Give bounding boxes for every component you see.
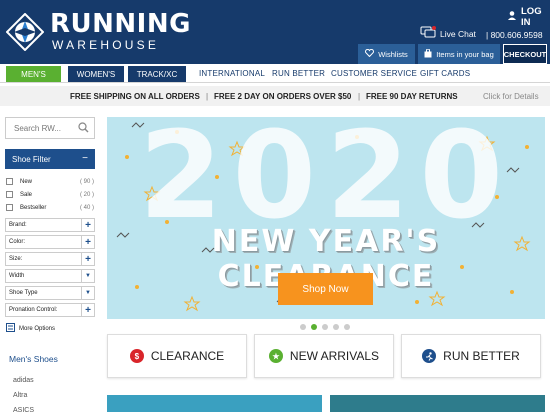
cart-button[interactable]: Items in your bag [418, 44, 500, 64]
facet-label: Shoe Type [9, 290, 38, 296]
tab-womens[interactable]: WOMEN'S [68, 66, 124, 82]
tab-mens[interactable]: MEN'S [6, 66, 61, 82]
plus-icon[interactable]: + [81, 236, 94, 248]
new-arrivals-button[interactable]: ★ NEW ARRIVALS [254, 334, 394, 378]
chevron-down-icon[interactable]: ▼ [81, 270, 94, 282]
brand-link[interactable]: ASICS [13, 407, 34, 414]
promo-separator: | [206, 92, 209, 101]
promo-details-link[interactable]: Click for Details [483, 92, 539, 101]
facet-label: Brand: [9, 222, 27, 228]
carousel-dot-active[interactable] [311, 324, 317, 330]
filter-bestseller[interactable]: Bestseller ( 40 ) [6, 202, 95, 213]
promo-tile[interactable] [330, 395, 545, 412]
filter-sale[interactable]: Sale ( 20 ) [6, 189, 95, 200]
checkbox[interactable] [6, 204, 13, 211]
facet-label: Pronation Control: [9, 307, 58, 313]
login-label: LOG IN [521, 6, 542, 28]
plus-icon[interactable]: + [81, 304, 94, 316]
carousel-dots [300, 324, 350, 330]
facet-shoe-type[interactable]: Shoe Type ▼ [5, 286, 95, 300]
promo-free-shipping: FREE SHIPPING ON ALL ORDERS [70, 92, 200, 101]
shoe-filter-title: Shoe Filter [12, 155, 51, 164]
brand-link[interactable]: Altra [13, 392, 27, 399]
main-nav: MEN'S WOMEN'S TRACK/XC INTERNATIONAL RUN… [0, 64, 550, 83]
nav-link-international[interactable]: INTERNATIONAL [199, 69, 265, 78]
facet-label: Width [9, 273, 25, 279]
site-header: RUNNING WAREHOUSE LOG IN Live Chat | 800… [0, 0, 550, 64]
brand-link[interactable]: adidas [13, 377, 34, 384]
more-options-link[interactable]: More Options [6, 323, 55, 334]
promo-tile[interactable] [107, 395, 322, 412]
facet-label: Color: [9, 239, 26, 245]
plus-icon[interactable]: + [81, 253, 94, 265]
filter-count: ( 90 ) [79, 178, 94, 185]
logo-subtitle: WAREHOUSE [52, 38, 160, 52]
carousel-dot[interactable] [322, 324, 328, 330]
checkbox[interactable] [6, 178, 13, 185]
wishlists-label: Wishlists [378, 49, 408, 59]
carousel-dot[interactable] [333, 324, 339, 330]
checkout-button[interactable]: CHECKOUT [503, 44, 547, 64]
facet-color[interactable]: Color: + [5, 235, 95, 249]
star-icon: ★ [268, 349, 283, 363]
dollar-icon: $ [129, 349, 144, 363]
filter-count: ( 20 ) [79, 191, 94, 198]
checkbox[interactable] [6, 191, 13, 198]
runner-icon [422, 349, 437, 363]
wishlists-button[interactable]: Wishlists [358, 44, 415, 64]
collapse-icon[interactable]: − [82, 153, 88, 164]
new-arrivals-label: NEW ARRIVALS [289, 349, 380, 363]
logo-compass-icon[interactable] [5, 12, 45, 52]
facet-label: Size: [9, 256, 23, 262]
logo-wordmark[interactable]: RUNNING [50, 11, 191, 37]
nav-link-gift-cards[interactable]: GIFT CARDS [420, 69, 470, 78]
filter-label: Bestseller [20, 204, 47, 211]
login-link[interactable]: LOG IN [508, 6, 550, 28]
shopping-bag-icon [424, 48, 432, 60]
live-chat-link[interactable]: Live Chat [420, 26, 476, 41]
promo-separator: | [358, 92, 361, 101]
live-chat-label: Live Chat [440, 28, 476, 39]
more-options-icon [6, 323, 15, 334]
promo-returns: FREE 90 DAY RETURNS [366, 92, 458, 101]
carousel-dot[interactable] [344, 324, 350, 330]
nav-link-customer-service[interactable]: CUSTOMER SERVICE [331, 69, 417, 78]
search-input[interactable]: Search RW... [5, 117, 95, 139]
facet-pronation[interactable]: Pronation Control: + [5, 303, 95, 317]
filter-count: ( 40 ) [79, 204, 94, 211]
filter-label: New [20, 178, 33, 185]
mens-shoes-heading[interactable]: Men's Shoes [9, 354, 58, 364]
shoe-filter-header[interactable]: Shoe Filter − [5, 149, 95, 169]
search-placeholder: Search RW... [14, 124, 61, 133]
heart-icon [365, 48, 375, 59]
filter-new[interactable]: New ( 90 ) [6, 176, 95, 187]
chat-bubble-icon [420, 26, 436, 41]
more-options-label: More Options [19, 325, 56, 332]
run-better-button[interactable]: RUN BETTER [401, 334, 541, 378]
search-icon[interactable] [78, 122, 89, 135]
carousel-dot[interactable] [300, 324, 306, 330]
facet-width[interactable]: Width ▼ [5, 269, 95, 283]
shop-now-button[interactable]: Shop Now [278, 273, 373, 305]
tab-track-xc[interactable]: TRACK/XC [128, 66, 186, 82]
plus-icon[interactable]: + [81, 219, 94, 231]
hero-banner[interactable]: 2020 NEW YEAR'S CLEARANCE Shop Now [107, 117, 545, 319]
clearance-label: CLEARANCE [150, 349, 225, 363]
chevron-down-icon[interactable]: ▼ [81, 287, 94, 299]
user-icon [508, 11, 516, 23]
facet-brand[interactable]: Brand: + [5, 218, 95, 232]
promo-bar[interactable]: FREE SHIPPING ON ALL ORDERS | FREE 2 DAY… [0, 86, 550, 106]
run-better-label: RUN BETTER [443, 349, 520, 363]
promo-two-day: FREE 2 DAY ON ORDERS OVER $50 [214, 92, 352, 101]
nav-link-run-better[interactable]: RUN BETTER [272, 69, 325, 78]
cart-label: Items in your bag [436, 49, 494, 59]
filter-label: Sale [20, 191, 33, 198]
facet-size[interactable]: Size: + [5, 252, 95, 266]
phone-number[interactable]: | 800.606.9598 [486, 30, 543, 40]
clearance-button[interactable]: $ CLEARANCE [107, 334, 247, 378]
